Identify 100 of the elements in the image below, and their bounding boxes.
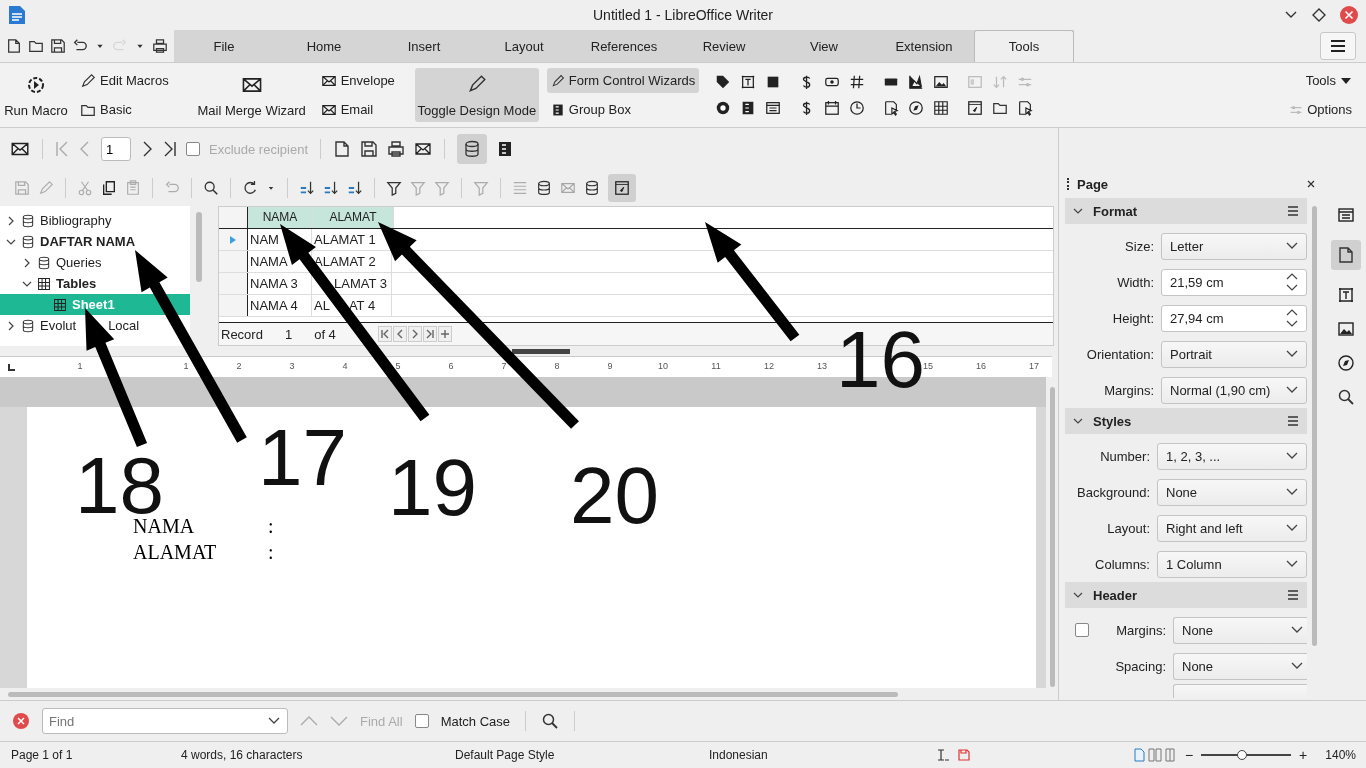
scrollbar[interactable]	[1046, 377, 1058, 688]
ribbon-tab[interactable]: Tools	[974, 30, 1074, 62]
maximize-icon[interactable]	[1312, 8, 1326, 22]
ribbon-tab[interactable]: References	[574, 30, 674, 62]
record-nav-icon[interactable]	[392, 326, 407, 342]
ribbon-tab[interactable]: Insert	[374, 30, 474, 62]
folder-icon[interactable]	[992, 100, 1009, 116]
column-header[interactable]: NAMA	[248, 207, 313, 228]
tools-dropdown[interactable]: Tools	[1301, 68, 1356, 93]
clock-icon[interactable]	[849, 100, 866, 116]
collapse-icon[interactable]	[1073, 590, 1083, 600]
menu-button[interactable]	[1320, 32, 1356, 60]
zoom-slider-thumb[interactable]	[1236, 750, 1247, 760]
close-icon[interactable]	[1306, 179, 1316, 189]
database-icon[interactable]	[37, 255, 51, 270]
frame-icon[interactable]	[967, 100, 984, 116]
spin-arrows-icon[interactable]	[1286, 308, 1298, 328]
splitter-handle[interactable]	[512, 348, 570, 354]
dropdown[interactable]: None	[1173, 652, 1307, 680]
pencil-icon[interactable]	[80, 72, 96, 89]
envelope-icon[interactable]	[414, 140, 432, 158]
menu-icon[interactable]	[1330, 39, 1346, 53]
tag-icon[interactable]	[715, 74, 732, 90]
dropdown[interactable]: Right and left	[1157, 514, 1307, 542]
save-icon[interactable]	[360, 140, 378, 158]
toggle-design-mode-button[interactable]: Toggle Design Mode	[414, 68, 539, 122]
scrollbar[interactable]	[196, 212, 202, 282]
save-icon[interactable]	[50, 38, 66, 54]
table-icon[interactable]	[53, 297, 67, 312]
close-find-icon[interactable]	[12, 712, 30, 730]
chart-icon[interactable]	[908, 74, 925, 90]
hash-icon[interactable]	[849, 74, 866, 90]
refresh-icon[interactable]	[242, 180, 258, 196]
header-checkbox[interactable]	[1075, 623, 1089, 637]
record-nav-icon[interactable]	[422, 326, 437, 342]
database-icon[interactable]	[21, 234, 35, 249]
record-nav-icon[interactable]	[437, 326, 452, 342]
database-icon[interactable]	[21, 213, 35, 228]
collapse-icon[interactable]	[1073, 206, 1083, 216]
ribbon-tab[interactable]: Extension	[874, 30, 974, 62]
search-icon[interactable]	[203, 180, 219, 196]
calendar-icon[interactable]	[824, 100, 841, 116]
section-header[interactable]: Header	[1065, 582, 1307, 608]
pencil-icon[interactable]	[466, 74, 487, 94]
view-layout-icon[interactable]	[1132, 748, 1177, 762]
radio-icon[interactable]	[715, 100, 732, 116]
tree-item[interactable]: Tables	[16, 273, 190, 294]
dropdown[interactable]: Letter	[1161, 232, 1307, 260]
database-icon[interactable]	[21, 318, 35, 333]
row-header[interactable]	[219, 229, 248, 250]
text-box-icon[interactable]	[740, 74, 757, 90]
image-icon[interactable]	[933, 74, 950, 90]
page-icon[interactable]	[1337, 246, 1355, 264]
zoom-out-button[interactable]: −	[1184, 747, 1194, 763]
new-document-icon[interactable]	[6, 38, 22, 54]
list-box-icon[interactable]	[496, 140, 514, 158]
record-nav-icon[interactable]	[377, 326, 392, 342]
dropdown[interactable]: 1, 2, 3, ...	[1157, 442, 1307, 470]
group-box-button[interactable]: Group Box	[546, 97, 700, 122]
mail-merge-wizard-button[interactable]: Mail Merge Wizard	[194, 68, 309, 122]
record-field[interactable]: 1	[101, 137, 131, 161]
compass-icon[interactable]	[1337, 354, 1355, 372]
ribbon-tab[interactable]: View	[774, 30, 874, 62]
image-icon[interactable]	[1337, 320, 1355, 338]
match-case-checkbox[interactable]	[414, 714, 429, 728]
table-icon[interactable]	[37, 276, 51, 291]
database-icon[interactable]	[536, 180, 552, 196]
tree-item[interactable]: Evolut Local	[0, 315, 190, 336]
envelope-button[interactable]: Envelope	[316, 68, 399, 93]
data-sources-button[interactable]	[457, 134, 487, 164]
sort-icon[interactable]	[299, 180, 315, 196]
search-icon[interactable]	[541, 712, 559, 730]
sort-icon[interactable]	[323, 180, 339, 196]
pointer-icon[interactable]	[1017, 100, 1034, 116]
options-button[interactable]: Options	[1285, 97, 1356, 122]
text-box-icon[interactable]	[1337, 286, 1355, 304]
section-header[interactable]: Styles	[1065, 408, 1307, 434]
clipboard-icon[interactable]	[125, 180, 141, 196]
ribbon-tab[interactable]: Home	[274, 30, 374, 62]
dropdown[interactable]: None	[1173, 616, 1307, 644]
pencil-icon[interactable]	[550, 73, 565, 88]
dropdown[interactable]: 1 Column	[1157, 550, 1307, 578]
section-header[interactable]: Format	[1065, 198, 1307, 224]
row-header[interactable]	[219, 295, 248, 316]
chevron-icon[interactable]	[268, 717, 280, 725]
row-header[interactable]	[219, 273, 248, 294]
table-icon[interactable]	[933, 100, 950, 116]
expand-icon[interactable]	[6, 215, 16, 226]
ribbon-tab[interactable]: File	[174, 30, 274, 62]
dropdown[interactable]: None	[1157, 478, 1307, 506]
tree-item[interactable]: Bibliography	[0, 210, 190, 231]
last-icon[interactable]	[163, 140, 177, 158]
find-field[interactable]: Find	[42, 708, 288, 734]
database-icon[interactable]	[584, 180, 600, 196]
page-deck-button[interactable]	[1331, 240, 1361, 270]
spin-field[interactable]: 21,59 cm	[1161, 268, 1307, 296]
list-box-icon[interactable]	[550, 102, 565, 117]
copy-icon[interactable]	[101, 180, 117, 196]
search-icon[interactable]	[1337, 388, 1355, 406]
run-macro-button[interactable]: Run Macro	[4, 68, 68, 122]
